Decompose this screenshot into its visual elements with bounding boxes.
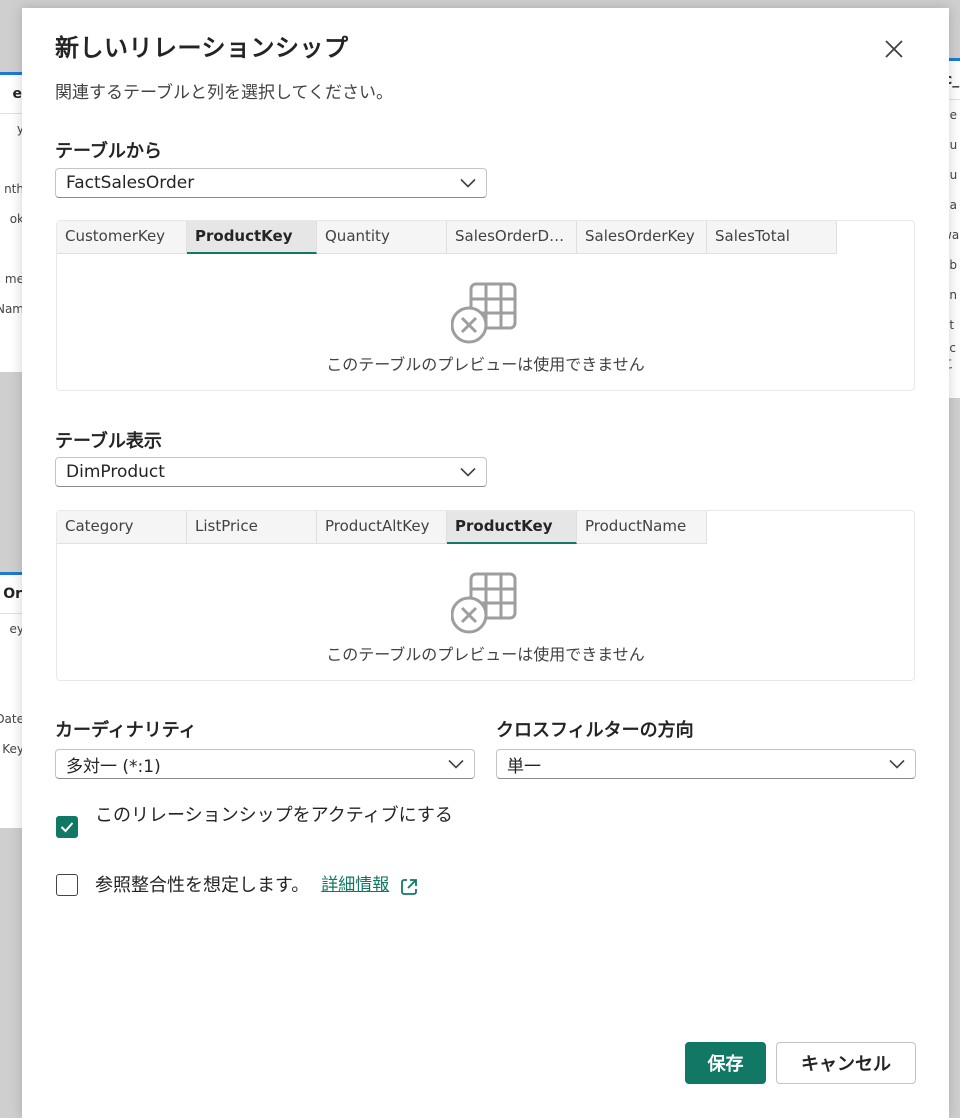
preview-unavailable-text: このテーブルのプレビューは使用できません [326,645,645,664]
preview-unavailable-text: このテーブルのプレビューは使用できません [326,355,645,374]
cross-filter-label: クロスフィルターの方向 [496,720,694,741]
to-table-label: テーブル表示 [55,431,162,452]
chevron-down-icon [889,759,905,769]
dialog-subtitle: 関連するテーブルと列を選択してください。 [55,83,393,103]
column-tab-listprice[interactable]: ListPrice [187,511,317,544]
close-button[interactable] [880,35,908,63]
column-tab-category[interactable]: Category [57,511,187,544]
chevron-down-icon [460,467,476,477]
column-tab-productkey[interactable]: ProductKey [447,511,577,544]
column-tab-productaltkey[interactable]: ProductAltKey [317,511,447,544]
learn-more-link[interactable]: 詳細情報 [321,872,389,899]
referential-integrity-option: 参照整合性を想定します。 詳細情報 [56,872,419,899]
preview-empty-state: このテーブルのプレビューは使用できません [57,281,914,375]
from-table-selected: FactSalesOrder [66,173,195,193]
close-icon [885,40,903,58]
from-table-preview: CustomerKey ProductKey Quantity SalesOrd… [56,220,915,391]
table-unavailable-icon [450,282,516,344]
chevron-down-icon [460,178,476,188]
table-unavailable-icon [450,572,516,634]
learn-more-text: 詳細情報 [321,875,390,895]
chevron-down-icon [448,759,464,769]
column-tab-customerkey[interactable]: CustomerKey [57,221,187,254]
cancel-button[interactable]: キャンセル [776,1042,916,1084]
cancel-button-label: キャンセル [801,1054,891,1075]
column-tab-productname[interactable]: ProductName [577,511,707,544]
preview-empty-state: このテーブルのプレビューは使用できません [57,571,914,665]
cardinality-selected: 多対一 (*:1) [66,756,161,777]
cross-filter-dropdown[interactable]: 単一 [496,749,916,779]
referential-integrity-label: 参照整合性を想定します。 [95,875,310,896]
cardinality-label: カーディナリティ [55,720,197,741]
column-tab-productkey[interactable]: ProductKey [187,221,317,254]
save-button[interactable]: 保存 [685,1042,766,1084]
column-tab-salestotal[interactable]: SalesTotal [707,221,837,254]
column-tab-quantity[interactable]: Quantity [317,221,447,254]
dialog-title: 新しいリレーションシップ [55,34,349,62]
to-table-selected: DimProduct [66,462,165,482]
column-tab-salesorderdate[interactable]: SalesOrderDa... [447,221,577,254]
cardinality-dropdown[interactable]: 多対一 (*:1) [55,749,475,779]
referential-integrity-checkbox[interactable] [56,874,78,896]
from-table-column-tabs: CustomerKey ProductKey Quantity SalesOrd… [57,221,914,254]
from-table-dropdown[interactable]: FactSalesOrder [55,168,487,198]
new-relationship-dialog: 新しいリレーションシップ 関連するテーブルと列を選択してください。 テーブルから… [22,8,949,1118]
save-button-label: 保存 [707,1054,744,1075]
column-tab-salesorderkey[interactable]: SalesOrderKey [577,221,707,254]
to-table-dropdown[interactable]: DimProduct [55,457,487,487]
make-active-label: このリレーションシップをアクティブにする [95,805,453,826]
to-table-preview: Category ListPrice ProductAltKey Product… [56,510,915,681]
to-table-column-tabs: Category ListPrice ProductAltKey Product… [57,511,914,544]
checkmark-icon [60,822,74,833]
external-link-icon [401,879,418,895]
make-active-checkbox[interactable] [56,816,78,838]
from-table-label: テーブルから [55,141,162,162]
cross-filter-selected: 単一 [507,756,541,777]
make-active-option: このリレーションシップをアクティブにする [56,802,460,838]
